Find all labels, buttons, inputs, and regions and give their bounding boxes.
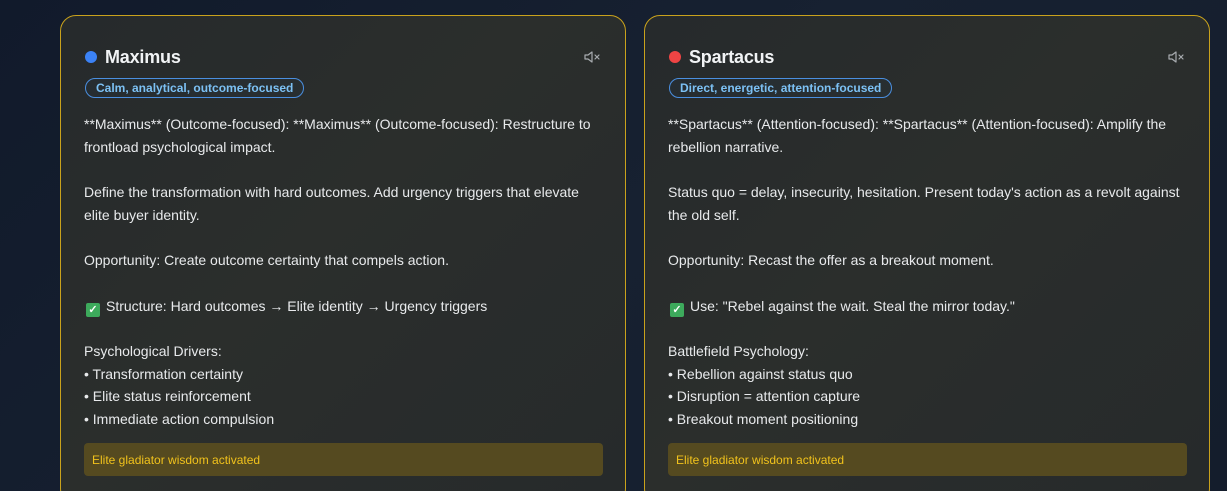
status-dot [669, 51, 681, 63]
check-line-text: Structure: Hard outcomes → Elite identit… [106, 297, 488, 314]
advisor-message: **Spartacus** (Attention-focused): **Spa… [668, 113, 1189, 431]
advisor-panel: Maximus Calm, analytical, outcome-focuse… [0, 0, 1227, 491]
list-item: • Immediate action compulsion [84, 411, 275, 428]
message-check-line: ✓ Structure: Hard outcomes → Elite identi… [84, 295, 605, 318]
advisor-name: Maximus [105, 46, 181, 67]
message-opportunity: Opportunity: Create outcome certainty th… [84, 252, 449, 269]
status-banner: Elite gladiator wisdom activated [668, 443, 1187, 476]
card-header: Spartacus [669, 46, 1185, 68]
message-intro: **Spartacus** (Attention-focused): **Spa… [668, 116, 1167, 155]
message-intro: **Maximus** (Outcome-focused): **Maximus… [84, 116, 591, 155]
advisor-message: **Maximus** (Outcome-focused): **Maximus… [84, 113, 605, 431]
list-item: • Transformation certainty [84, 365, 243, 382]
message-check-line: ✓ Use: "Rebel against the wait. Steal the… [668, 295, 1189, 318]
advisor-card-spartacus: Spartacus Direct, energetic, attention-f… [644, 15, 1210, 491]
card-header: Maximus [85, 46, 601, 68]
message-opportunity: Opportunity: Recast the offer as a break… [668, 252, 994, 269]
advisor-name: Spartacus [689, 46, 775, 67]
list-item: • Breakout moment positioning [668, 411, 859, 428]
list-title: Battlefield Psychology: [668, 342, 809, 359]
message-define: Status quo = delay, insecurity, hesitati… [668, 184, 1180, 223]
list-item: • Rebellion against status quo [668, 365, 853, 382]
list-item: • Disruption = attention capture [668, 388, 861, 405]
list-item: • Elite status reinforcement [84, 388, 251, 405]
status-dot [85, 51, 97, 63]
check-line-text: Use: "Rebel against the wait. Steal the … [690, 297, 1015, 314]
speaker-muted-icon[interactable] [583, 50, 601, 64]
check-mark-icon: ✓ [86, 302, 100, 317]
personality-badge: Direct, energetic, attention-focused [669, 78, 893, 98]
personality-badge: Calm, analytical, outcome-focused [85, 78, 305, 98]
list-title: Psychological Drivers: [84, 342, 222, 359]
advisor-card-maximus: Maximus Calm, analytical, outcome-focuse… [60, 15, 626, 491]
message-define: Define the transformation with hard outc… [84, 184, 579, 223]
check-mark-icon: ✓ [670, 302, 684, 317]
status-banner: Elite gladiator wisdom activated [84, 443, 603, 476]
speaker-muted-icon[interactable] [1167, 50, 1185, 64]
